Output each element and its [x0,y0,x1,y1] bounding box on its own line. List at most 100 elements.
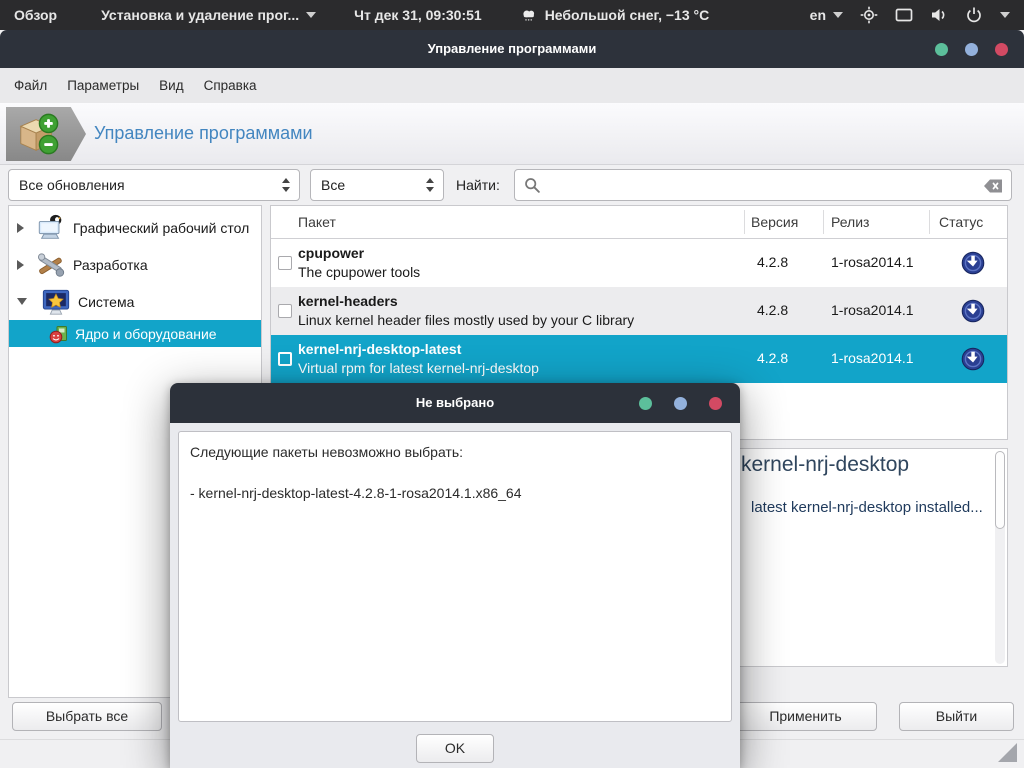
spinner-arrows-icon [282,178,290,192]
page-title: Управление программами [94,123,313,143]
dialog-titlebar: Не выбрано [170,383,740,423]
package-description: Linux kernel header files mostly used by… [298,312,635,328]
tree-item[interactable]: Система [9,283,261,320]
language-label: en [809,7,826,23]
column-header-version[interactable]: Версия [751,206,798,239]
column-header-package[interactable]: Пакет [298,206,336,239]
package-release: 1-rosa2014.1 [831,350,914,366]
clock-button[interactable]: Чт дек 31, 09:30:51 [354,7,482,23]
column-divider [744,210,745,234]
menubar: Файл Параметры Вид Справка [0,68,1024,103]
search-label: Найти: [456,177,500,193]
table-row[interactable]: kernel-headers Linux kernel header files… [271,287,1007,335]
location-icon[interactable] [860,6,878,24]
category-label: Система [78,293,135,310]
volume-icon[interactable] [930,6,948,24]
app-menu-button[interactable]: Установка и удаление прог... [101,7,317,23]
expander-icon[interactable] [17,222,24,233]
column-divider [929,210,930,234]
menu-view[interactable]: Вид [149,68,193,103]
package-name: kernel-nrj-desktop-latest [298,341,462,357]
weather-label: Небольшой снег, −13 °C [544,7,710,23]
dialog-message-area: Следующие пакеты невозможно выбрать: - k… [178,431,732,722]
package-checkbox[interactable] [278,256,292,270]
category-icon [49,324,69,344]
package-version: 4.2.8 [757,254,789,270]
window-title: Управление программами [427,41,597,56]
updates-filter-value: Все обновления [19,177,125,193]
updates-filter-dropdown[interactable]: Все обновления [8,169,300,201]
not-selected-dialog: Не выбрано Следующие пакеты невозможно в… [170,383,740,768]
clear-search-icon[interactable] [983,178,1003,199]
table-row[interactable]: cpupower The cpupower tools 4.2.8 1-rosa… [271,239,1007,287]
package-description: Virtual rpm for latest kernel-nrj-deskto… [298,360,539,376]
table-row[interactable]: kernel-nrj-desktop-latest Virtual rpm fo… [271,335,1007,383]
scope-filter-value: Все [321,177,346,193]
language-indicator[interactable]: en [810,7,843,23]
search-field [514,169,1012,201]
select-all-button[interactable]: Выбрать все [12,702,162,731]
search-input[interactable] [547,171,977,199]
search-icon [524,177,541,199]
menu-help[interactable]: Справка [194,68,267,103]
window-dot-red[interactable] [995,43,1008,56]
column-header-release[interactable]: Релиз [831,206,869,239]
expander-icon[interactable] [17,259,24,270]
gnome-top-bar: Обзор Установка и удаление прог... Чт де… [0,0,1024,30]
window-controls [935,43,1008,56]
spinner-arrows-icon [426,178,434,192]
overview-label: Обзор [14,7,58,23]
resize-grip[interactable] [998,743,1017,762]
table-header: Пакет Версия Релиз Статус [271,206,1007,239]
window-dot-blue[interactable] [965,43,978,56]
details-note: latest kernel-nrj-desktop installed... [751,499,983,516]
system-status-area: en [810,6,1010,24]
desktop-screen: Обзор Установка и удаление прог... Чт де… [0,0,1024,768]
menu-options[interactable]: Параметры [57,68,149,103]
apply-button[interactable]: Применить [734,702,877,731]
chevron-down-icon[interactable] [1000,12,1010,18]
banner-icon-block [6,107,86,161]
quit-button[interactable]: Выйти [899,702,1014,731]
column-header-status[interactable]: Статус [939,206,983,239]
tree-item[interactable]: Графический рабочий стол [9,209,261,246]
table-body: cpupower The cpupower tools 4.2.8 1-rosa… [271,239,1007,383]
clock-label: Чт дек 31, 09:30:51 [354,7,482,23]
package-version: 4.2.8 [757,350,789,366]
activities-overview-button[interactable]: Обзор [14,7,57,23]
tree-item[interactable]: Ядро и оборудование [9,320,261,347]
dialog-message: Следующие пакеты невозможно выбрать: [190,444,464,460]
package-box-icon [19,113,59,155]
package-checkbox[interactable] [278,304,292,318]
details-heading: kernel-nrj-desktop [741,453,910,476]
package-checkbox[interactable] [278,352,292,366]
expander-icon[interactable] [17,298,27,305]
category-icon [35,249,67,281]
window-dot-green[interactable] [639,397,652,410]
menu-file[interactable]: Файл [4,68,57,103]
weather-button[interactable]: Небольшой снег, −13 °C [520,6,710,24]
display-icon[interactable] [895,6,913,24]
category-label: Графический рабочий стол [73,219,250,236]
category-label: Разработка [73,256,148,273]
package-release: 1-rosa2014.1 [831,254,914,270]
ok-button[interactable]: OK [416,734,494,763]
window-titlebar: Управление программами [0,30,1024,68]
tree-item[interactable]: Разработка [9,246,261,283]
category-icon [40,286,72,318]
dialog-package-line: - kernel-nrj-desktop-latest-4.2.8-1-rosa… [190,485,522,501]
dialog-window-controls [639,397,722,410]
snow-cloud-icon [520,6,538,24]
window-dot-blue[interactable] [674,397,687,410]
window-dot-green[interactable] [935,43,948,56]
package-name: kernel-headers [298,293,398,309]
window-dot-red[interactable] [709,397,722,410]
category-icon [35,212,67,244]
power-icon[interactable] [965,6,983,24]
scrollbar-thumb[interactable] [995,451,1005,529]
scope-filter-dropdown[interactable]: Все [310,169,444,201]
package-release: 1-rosa2014.1 [831,302,914,318]
category-label: Ядро и оборудование [75,325,217,342]
download-status-icon [961,251,985,275]
package-description: The cpupower tools [298,264,421,280]
